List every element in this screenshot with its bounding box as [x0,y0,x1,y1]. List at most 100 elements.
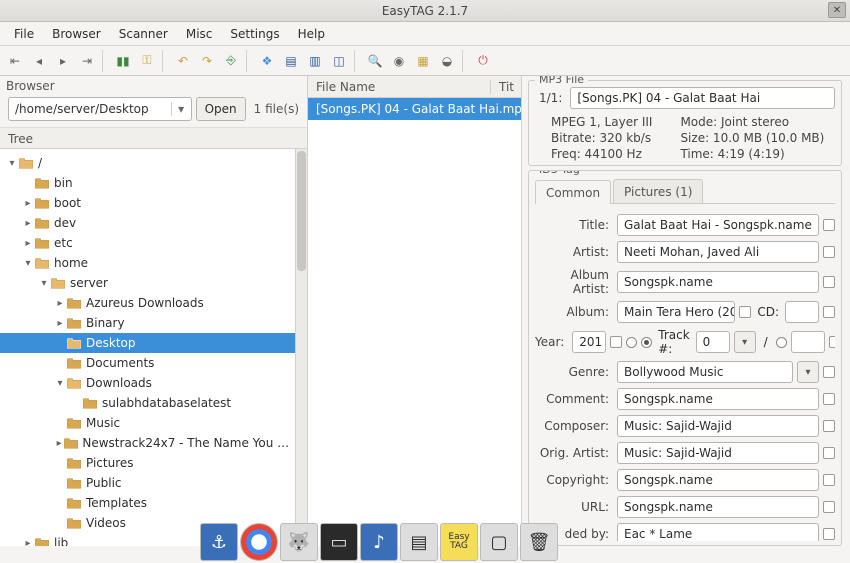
expand-closed-icon[interactable]: ▸ [54,438,64,449]
unselect-all-icon[interactable]: ▥ [304,50,326,72]
input-copyright[interactable]: Songspk.name [617,469,819,491]
tree-row[interactable]: Public [0,473,295,493]
input-genre[interactable]: Bollywood Music [617,361,793,383]
apply-orig-artist-checkbox[interactable] [823,447,835,459]
filename-input[interactable]: [Songs.PK] 04 - Galat Baat Hai [570,87,835,109]
input-composer[interactable]: Music: Sajid-Wajid [617,415,819,437]
expand-closed-icon[interactable]: ▸ [22,538,34,547]
genre-dropdown[interactable]: ▾ [797,361,819,383]
apply-composer-checkbox[interactable] [823,420,835,432]
input-title[interactable]: Galat Baat Hai - Songspk.name [617,214,819,236]
tree-row[interactable]: Music [0,413,295,433]
input-album[interactable]: Main Tera Hero (2014) [617,301,735,323]
apply-comment-checkbox[interactable] [823,393,835,405]
dock-anchor-icon[interactable]: ⚓ [200,523,238,561]
input-album-artist[interactable]: Songspk.name [617,271,819,293]
input-encoded-by[interactable]: Eac * Lame [617,523,819,541]
nav-prev-icon[interactable]: ◂ [28,50,50,72]
menu-browser[interactable]: Browser [44,24,109,44]
tree-row[interactable]: ▸boot [0,193,295,213]
input-cd[interactable] [785,301,819,323]
apply-genre-checkbox[interactable] [823,366,835,378]
tab-common[interactable]: Common [535,180,611,204]
dock-chrome-icon[interactable] [240,523,278,561]
select-all-icon[interactable]: ▤ [280,50,302,72]
folder-tree[interactable]: ▾/bin▸boot▸dev▸etc▾home▾server▸Azureus D… [0,149,295,546]
search-icon[interactable]: 🔍 [364,50,386,72]
input-track-total[interactable] [791,331,825,353]
tag-icon[interactable]: ❖ [256,50,278,72]
playlist-icon[interactable]: ▦ [412,50,434,72]
tree-row[interactable]: ▾server [0,273,295,293]
tree-row[interactable]: ▸dev [0,213,295,233]
tree-row[interactable]: ▸etc [0,233,295,253]
tree-row[interactable]: Desktop [0,333,295,353]
file-row[interactable]: [Songs.PK] 04 - Galat Baat Hai.mp3 Ga [308,98,521,120]
tree-row[interactable]: bin [0,173,295,193]
scrollbar-thumb[interactable] [297,151,306,271]
apply-icon[interactable]: ⎆ [220,50,242,72]
apply-album-artist-checkbox[interactable] [823,276,835,288]
apply-cd-checkbox[interactable] [823,306,835,318]
apply-url-checkbox[interactable] [823,501,835,513]
invert-icon[interactable]: ◫ [328,50,350,72]
input-orig-artist[interactable]: Music: Sajid-Wajid [617,442,819,464]
tree-scrollbar[interactable] [295,149,307,546]
col-filename[interactable]: File Name [308,80,491,94]
input-url[interactable]: Songspk.name [617,496,819,518]
apply-encoded-by-checkbox[interactable] [823,528,835,540]
menu-file[interactable]: File [6,24,42,44]
dock-gimp-icon[interactable]: 🐺 [280,523,318,561]
track-radio-a[interactable] [626,337,637,348]
tab-pictures[interactable]: Pictures (1) [613,179,703,203]
expand-open-icon[interactable]: ▾ [22,258,34,269]
expand-closed-icon[interactable]: ▸ [22,238,34,249]
input-artist[interactable]: Neeti Mohan, Javed Ali [617,241,819,263]
nav-next-icon[interactable]: ▸ [52,50,74,72]
dock-easytag-icon[interactable]: EasyTAG [440,523,478,561]
expand-closed-icon[interactable]: ▸ [54,318,66,329]
window-close-button[interactable]: ✕ [828,2,846,18]
chevron-down-icon[interactable]: ▾ [171,102,191,116]
expand-open-icon[interactable]: ▾ [54,378,66,389]
redo-icon[interactable]: ↷ [196,50,218,72]
settings-icon[interactable]: ◒ [436,50,458,72]
scan-icon[interactable]: ▮▮ [112,50,134,72]
expand-closed-icon[interactable]: ▸ [54,298,66,309]
apply-title-checkbox[interactable] [823,219,835,231]
tree-row[interactable]: Templates [0,493,295,513]
tree-row[interactable]: ▾home [0,253,295,273]
tree-row[interactable]: Documents [0,353,295,373]
nav-last-icon[interactable]: ⇥ [76,50,98,72]
col-title[interactable]: Tit [491,80,521,94]
input-year[interactable]: 201 [572,331,606,353]
track-radio-b[interactable] [641,337,652,348]
tree-row[interactable]: ▸Azureus Downloads [0,293,295,313]
open-button[interactable]: Open [196,97,246,121]
apply-track-checkbox[interactable] [829,336,835,348]
expand-open-icon[interactable]: ▾ [6,158,18,169]
tree-row[interactable]: ▾/ [0,153,295,173]
expand-closed-icon[interactable]: ▸ [22,198,34,209]
dock-libreoffice-icon[interactable]: ▤ [400,523,438,561]
dock-terminal-icon[interactable]: ▭ [320,523,358,561]
apply-copyright-checkbox[interactable] [823,474,835,486]
tree-row[interactable]: ▸Binary [0,313,295,333]
tree-row[interactable]: ▾Downloads [0,373,295,393]
track-total-radio[interactable] [776,337,787,348]
tree-row[interactable]: sulabhdatabaselatest [0,393,295,413]
tree-row[interactable]: ▸Newstrack24x7 - The Name You Know. T [0,433,295,453]
exit-icon[interactable]: ⏻ [472,50,494,72]
apply-artist-checkbox[interactable] [823,246,835,258]
dock-generic-icon[interactable]: ▢ [480,523,518,561]
undo-icon[interactable]: ↶ [172,50,194,72]
menu-scanner[interactable]: Scanner [111,24,176,44]
menu-misc[interactable]: Misc [178,24,221,44]
expand-closed-icon[interactable]: ▸ [22,218,34,229]
tree-row[interactable]: Pictures [0,453,295,473]
dock-trash-icon[interactable]: 🗑 [520,523,558,561]
nav-first-icon[interactable]: ⇤ [4,50,26,72]
apply-album-checkbox[interactable] [739,306,751,318]
dock-music-icon[interactable]: ♪ [360,523,398,561]
menu-settings[interactable]: Settings [222,24,287,44]
